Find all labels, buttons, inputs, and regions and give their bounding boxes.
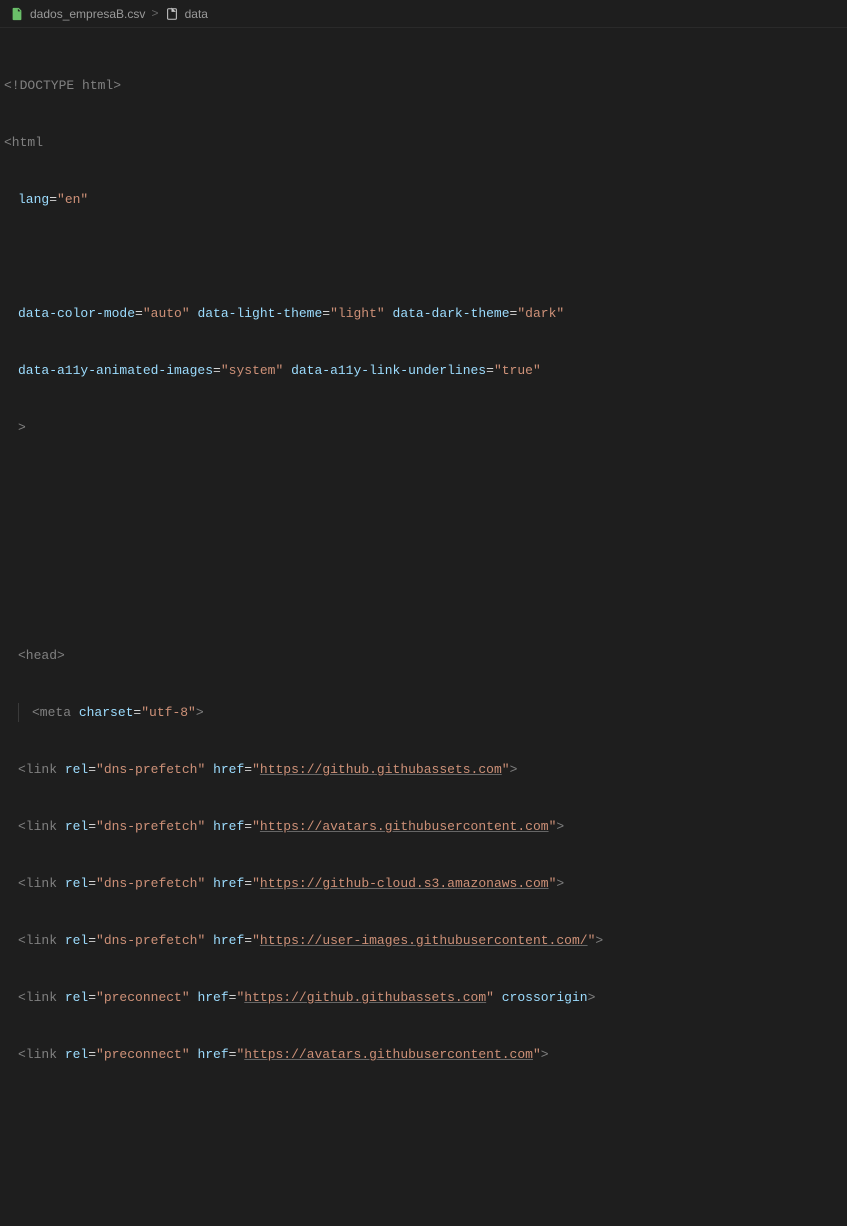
code-line: <!DOCTYPE html>: [4, 76, 847, 95]
code-line: lang="en": [4, 190, 847, 209]
code-line: <head>: [4, 646, 847, 665]
code-line: data-color-mode="auto" data-light-theme=…: [4, 304, 847, 323]
breadcrumb-symbol[interactable]: data: [185, 7, 208, 21]
code-line: [4, 475, 847, 494]
code-line: [4, 1216, 847, 1226]
code-line: data-a11y-animated-images="system" data-…: [4, 361, 847, 380]
symbol-icon: [165, 7, 179, 21]
code-line: [4, 532, 847, 551]
chevron-right-icon: >: [151, 7, 158, 21]
editor-area[interactable]: <!DOCTYPE html> <html lang="en" data-col…: [0, 28, 847, 1226]
code-line: <link rel="preconnect" href="https://ava…: [4, 1045, 847, 1064]
code-line: <html: [4, 133, 847, 152]
breadcrumb-file[interactable]: dados_empresaB.csv: [30, 7, 145, 21]
code-line: <link rel="preconnect" href="https://git…: [4, 988, 847, 1007]
code-line: [4, 247, 847, 266]
code-line: <link rel="dns-prefetch" href="https://u…: [4, 931, 847, 950]
code-line: <link rel="dns-prefetch" href="https://g…: [4, 874, 847, 893]
code-line: [4, 589, 847, 608]
code-line: <link rel="dns-prefetch" href="https://a…: [4, 817, 847, 836]
breadcrumb: dados_empresaB.csv > data: [0, 0, 847, 28]
code-line: [4, 1102, 847, 1121]
csv-file-icon: [10, 7, 24, 21]
code-line: <meta charset="utf-8">: [4, 703, 847, 722]
code-line: >: [4, 418, 847, 437]
code-line: [4, 1159, 847, 1178]
code-line: <link rel="dns-prefetch" href="https://g…: [4, 760, 847, 779]
